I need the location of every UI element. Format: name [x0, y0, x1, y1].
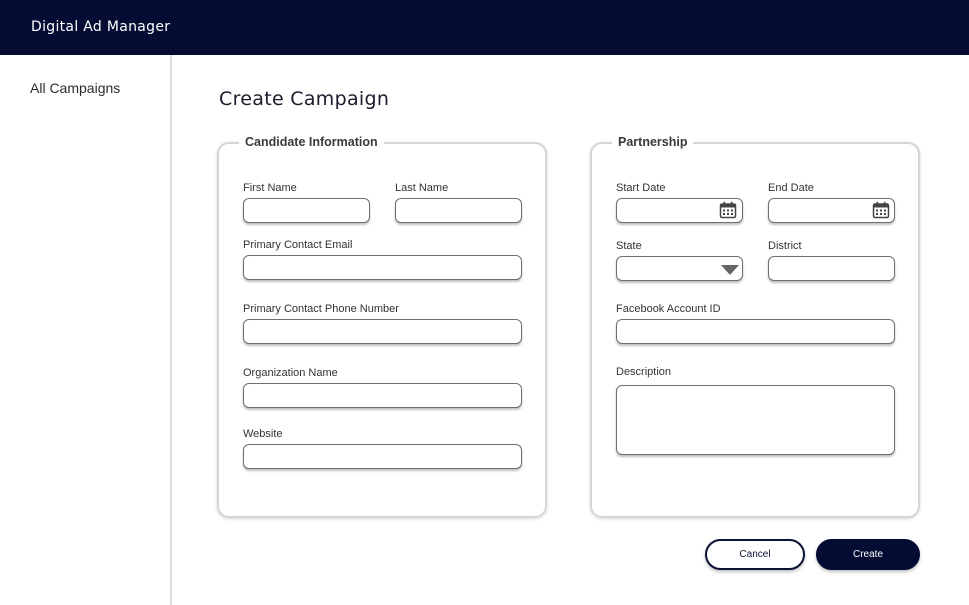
- sidebar: All Campaigns: [0, 55, 172, 605]
- last-name-field[interactable]: [395, 198, 522, 223]
- partnership-legend: Partnership: [612, 135, 694, 149]
- dropdown-arrow-icon: [721, 265, 739, 275]
- phone-label: Primary Contact Phone Number: [243, 303, 399, 315]
- email-field[interactable]: [243, 255, 522, 280]
- start-date-label: Start Date: [616, 182, 666, 194]
- end-date-label: End Date: [768, 182, 814, 194]
- description-label: Description: [616, 366, 672, 378]
- candidate-information-legend: Candidate Information: [239, 135, 384, 149]
- app-title: Digital Ad Manager: [31, 19, 171, 35]
- facebook-account-id-field[interactable]: [616, 319, 895, 344]
- create-button[interactable]: Create: [816, 539, 920, 570]
- candidate-information-panel: Candidate Information First Name Last Na…: [217, 135, 547, 518]
- district-field[interactable]: [768, 256, 895, 281]
- calendar-icon[interactable]: [872, 201, 890, 219]
- sidebar-item-all-campaigns[interactable]: All Campaigns: [30, 80, 120, 96]
- facebook-account-id-label: Facebook Account ID: [616, 303, 721, 315]
- partnership-panel: Partnership Start Date End Date State Di…: [590, 135, 920, 518]
- state-label: State: [616, 240, 642, 252]
- phone-field[interactable]: [243, 319, 522, 344]
- page-title: Create Campaign: [219, 88, 390, 110]
- email-label: Primary Contact Email: [243, 239, 353, 251]
- last-name-label: Last Name: [395, 182, 449, 194]
- description-field[interactable]: [616, 385, 895, 455]
- first-name-field[interactable]: [243, 198, 370, 223]
- top-bar: Digital Ad Manager: [0, 0, 969, 55]
- organization-field[interactable]: [243, 383, 522, 408]
- district-label: District: [768, 240, 802, 252]
- website-field[interactable]: [243, 444, 522, 469]
- first-name-label: First Name: [243, 182, 297, 194]
- organization-label: Organization Name: [243, 367, 338, 379]
- calendar-icon[interactable]: [719, 201, 737, 219]
- website-label: Website: [243, 428, 283, 440]
- cancel-button[interactable]: Cancel: [705, 539, 805, 570]
